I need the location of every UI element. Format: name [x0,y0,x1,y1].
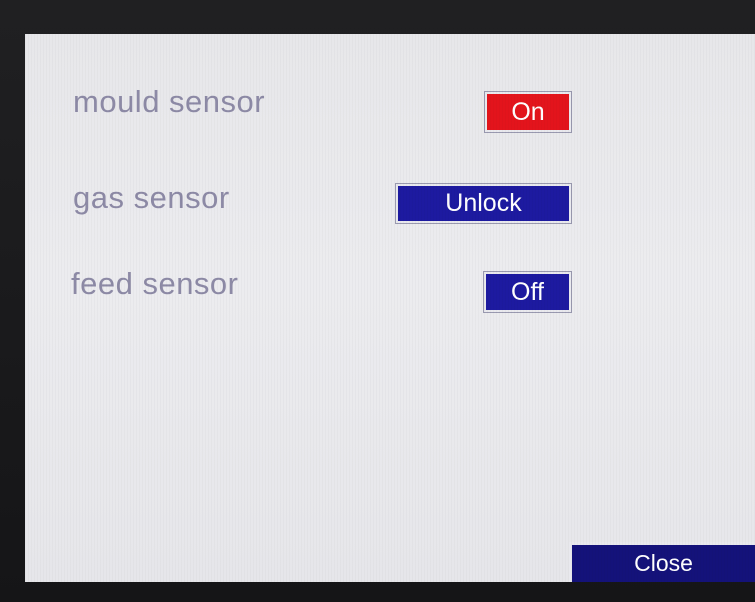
close-button[interactable]: Close [569,542,755,582]
feed-sensor-toggle-button[interactable]: Off [483,271,572,313]
lcd-screen: mould sensor On gas sensor Unlock feed s… [25,34,755,582]
gas-sensor-label: gas sensor [73,180,230,215]
feed-sensor-label: feed sensor [71,266,239,301]
mould-sensor-label: mould sensor [73,84,266,119]
mould-sensor-toggle-button[interactable]: On [484,91,572,133]
gas-sensor-unlock-button[interactable]: Unlock [395,183,572,224]
